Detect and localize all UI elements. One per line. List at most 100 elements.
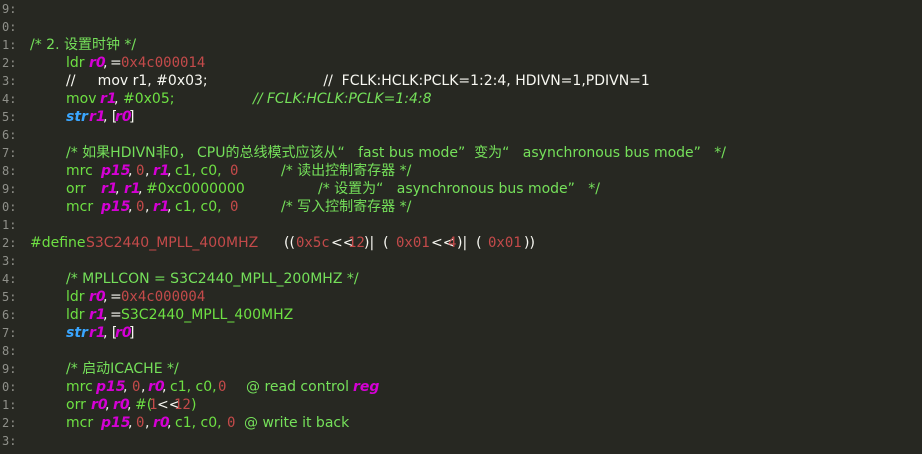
- code-token: mov: [66, 91, 97, 107]
- line-number: 9:: [2, 2, 17, 16]
- code-line[interactable]: 2: ldr r0, = 0x4c000014: [0, 54, 922, 72]
- code-line[interactable]: 3: // mov r1, #0x03; // FCLK:HCLK:PCLK=1:…: [0, 72, 922, 90]
- code-token: ,: [138, 181, 143, 197]
- code-line[interactable]: 1: /* 2. 设置时钟 */: [0, 36, 922, 54]
- code-token: 0x4c000014: [121, 55, 206, 71]
- line-number: 3:: [2, 434, 17, 448]
- code-token: ,: [128, 199, 133, 215]
- code-token: =: [110, 307, 122, 323]
- code-token: ,: [162, 379, 167, 395]
- code-line[interactable]: 9:: [0, 0, 922, 18]
- code-token: 0: [218, 379, 227, 395]
- code-token: c1, c0,: [170, 379, 217, 395]
- code-token: #define: [30, 235, 86, 251]
- code-token: mrc: [66, 379, 93, 395]
- line-number: 3:: [2, 74, 17, 88]
- code-token: 0: [136, 415, 145, 431]
- code-token: 0: [136, 163, 145, 179]
- code-line[interactable]: 1:: [0, 216, 922, 234]
- line-number: 8:: [2, 164, 17, 178]
- code-token: 0x4c000004: [121, 289, 206, 305]
- code-token: ,: [145, 163, 150, 179]
- code-token: )): [524, 235, 535, 251]
- code-token: ((: [284, 235, 295, 251]
- code-token: /* 读出控制寄存器 */: [281, 163, 412, 179]
- line-number: 2:: [2, 56, 17, 70]
- code-token: p15: [101, 163, 131, 179]
- code-token: 12: [174, 397, 191, 413]
- code-token: 12: [348, 235, 365, 251]
- code-line[interactable]: 0:: [0, 18, 922, 36]
- code-line[interactable]: 8:: [0, 342, 922, 360]
- code-token: 0: [136, 199, 145, 215]
- line-number: 0:: [2, 380, 17, 394]
- code-line[interactable]: 0: mcr p15, 0, r1, c1, c0, 0/* 写入控制寄存器 */: [0, 198, 922, 216]
- code-token: ,: [167, 199, 172, 215]
- code-line[interactable]: 6: ldr r1, = S3C2440_MPLL_400MHZ: [0, 306, 922, 324]
- code-token: ,: [127, 397, 132, 413]
- code-token: /* 如果HDIVN非0， CPU的总线模式应该从“ fast bus mode…: [66, 145, 726, 161]
- code-token: ,: [128, 163, 133, 179]
- code-line[interactable]: 1: orr r0, r0, #(1 << 12): [0, 396, 922, 414]
- code-token: ,: [145, 199, 150, 215]
- code-token: ldr: [66, 55, 85, 71]
- line-number: 2:: [2, 236, 17, 250]
- code-token: // mov r1, #0x03; // FCLK:HCLK:PCLK=1:2:…: [66, 73, 650, 89]
- code-token: mcr: [66, 199, 94, 215]
- code-line[interactable]: 7: /* 如果HDIVN非0， CPU的总线模式应该从“ fast bus mo…: [0, 144, 922, 162]
- code-token: ,: [103, 289, 108, 305]
- code-line[interactable]: 2: mcr p15, 0, r0, c1, c0, 0 @ write it back: [0, 414, 922, 432]
- code-line[interactable]: 3:: [0, 252, 922, 270]
- line-number: 1:: [2, 398, 17, 412]
- code-token: ,: [123, 379, 128, 395]
- code-token: orr: [66, 181, 86, 197]
- code-token: str: [66, 325, 88, 341]
- code-line[interactable]: 7: str r1, [r0]: [0, 324, 922, 342]
- code-token: S3C2440_MPLL_400MHZ: [121, 307, 294, 323]
- code-token: orr: [66, 397, 86, 413]
- code-token: mcr: [66, 415, 94, 431]
- code-line[interactable]: 2: #define S3C2440_MPLL_400MHZ((0x5c << 12)|…: [0, 234, 922, 252]
- code-token: 0: [227, 415, 236, 431]
- code-token: c1, c0,: [175, 415, 222, 431]
- code-token: /* 2. 设置时钟 */: [30, 37, 137, 53]
- code-token: 4: [448, 235, 457, 251]
- code-editor[interactable]: 9: 0: 1:/* 2. 设置时钟 */2: ldr r0, = 0x4c000014 3:…: [0, 0, 922, 454]
- code-line[interactable]: 4: /* MPLLCON = S3C2440_MPLL_200MHZ */: [0, 270, 922, 288]
- code-token: @ write it back: [244, 415, 350, 431]
- line-number: 5:: [2, 110, 17, 124]
- code-token: ,: [103, 307, 108, 323]
- line-number: 4:: [2, 92, 17, 106]
- code-token: ,: [145, 415, 150, 431]
- code-token: ,: [167, 415, 172, 431]
- line-number: 5:: [2, 290, 17, 304]
- code-token: p15: [96, 379, 126, 395]
- code-line[interactable]: 0: mrc p15, 0, r0, c1, c0, 0 @ read control reg: [0, 378, 922, 396]
- code-token: ]: [129, 109, 135, 125]
- code-token: c1, c0,: [175, 199, 222, 215]
- code-token: ,: [103, 55, 108, 71]
- code-line[interactable]: 5: str r1, [r0]: [0, 108, 922, 126]
- line-number: 1:: [2, 38, 17, 52]
- code-line[interactable]: 6:: [0, 126, 922, 144]
- code-line[interactable]: 9: orr r1, r1, #0xc0000000/* 设置为“ asynchrono…: [0, 180, 922, 198]
- line-number: 6:: [2, 308, 17, 322]
- code-token: // FCLK:HCLK:PCLK=1:4:8: [253, 91, 432, 107]
- code-line[interactable]: 4: mov r1, #0x05;// FCLK:HCLK:PCLK=1:4:8: [0, 90, 922, 108]
- code-token: /* 写入控制寄存器 */: [281, 199, 412, 215]
- code-token: 0x01: [396, 235, 430, 251]
- code-token: ldr: [66, 307, 85, 323]
- code-token: ,: [114, 91, 119, 107]
- line-number: 3:: [2, 254, 17, 268]
- code-token: str: [66, 109, 88, 125]
- code-token: #0xc0000000: [146, 181, 245, 197]
- code-line[interactable]: 3:: [0, 432, 922, 450]
- code-token: =: [110, 55, 122, 71]
- code-token: ,: [141, 379, 146, 395]
- code-line[interactable]: 5: ldr r0, = 0x4c000004: [0, 288, 922, 306]
- line-number: 9:: [2, 362, 17, 376]
- code-line[interactable]: 8: mrc p15, 0, r1, c1, c0, 0/* 读出控制寄存器 */: [0, 162, 922, 180]
- code-line[interactable]: 9: /* 启动ICACHE */: [0, 360, 922, 378]
- code-token: 0: [230, 163, 239, 179]
- line-number: 2:: [2, 416, 17, 430]
